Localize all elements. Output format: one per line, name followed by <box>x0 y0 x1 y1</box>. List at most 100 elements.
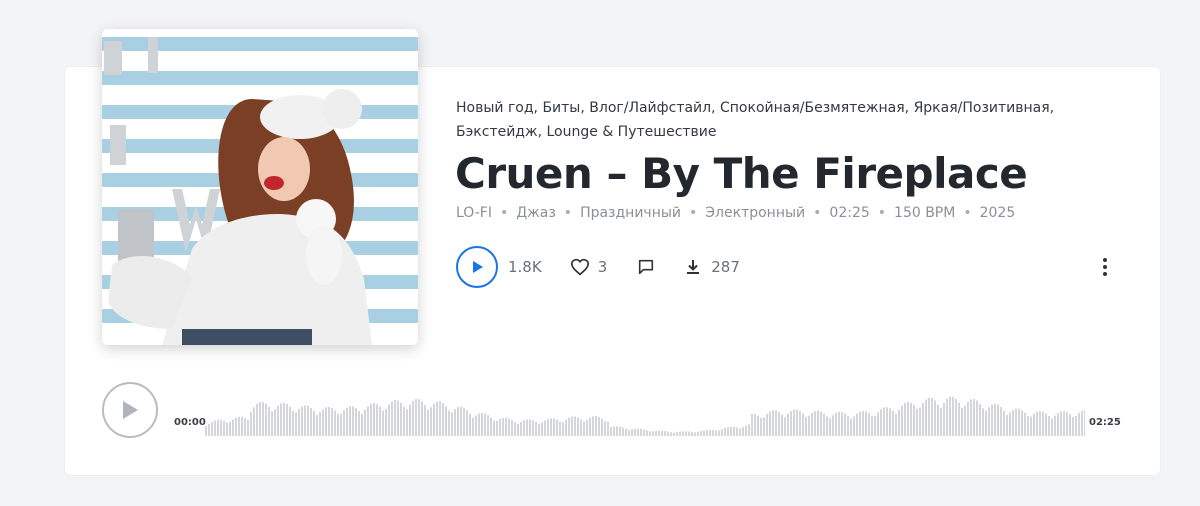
track-year: 2025 <box>979 205 1016 221</box>
waveform-bar <box>499 418 501 436</box>
waveform-bar <box>682 431 684 436</box>
tags-list[interactable]: Новый год, Биты, Влог/Лайфстайл, Спокойн… <box>456 96 1096 144</box>
waveform-bar <box>451 412 453 436</box>
waveform-bar <box>847 415 849 436</box>
genre-holiday[interactable]: Праздничный <box>580 205 681 221</box>
waveform-bar <box>319 412 321 436</box>
waveform-bar <box>328 406 330 436</box>
comment-icon <box>639 259 654 275</box>
waveform-bar <box>835 413 837 436</box>
action-bar: 1.8K 3 287 <box>456 244 740 290</box>
waveform-bar <box>637 428 639 436</box>
waveform-bar <box>769 411 771 436</box>
waveform-bar <box>271 411 273 436</box>
waveform-bar <box>526 419 528 436</box>
waveform-bar <box>730 426 732 436</box>
like-button[interactable]: 3 <box>570 258 607 276</box>
waveform-bar <box>925 399 927 436</box>
separator-dot: • <box>689 205 698 221</box>
waveform-bar <box>514 422 516 436</box>
time-total: 02:25 <box>1089 417 1121 428</box>
waveform-bar <box>859 411 861 436</box>
waveform-bar <box>676 432 678 436</box>
genre-lofi[interactable]: LO-FI <box>456 205 492 221</box>
waveform-bar <box>943 402 945 436</box>
waveform-bar <box>949 396 951 436</box>
waveform-bar <box>724 428 726 436</box>
comment-button[interactable] <box>637 258 655 276</box>
waveform-bar <box>940 407 942 436</box>
waveform-bar <box>421 401 423 436</box>
waveform-bar <box>1051 418 1053 436</box>
waveform-bar <box>208 423 210 436</box>
waveform-bar <box>472 417 474 436</box>
waveform-bar <box>979 403 981 436</box>
waveform-bar <box>466 410 468 436</box>
waveform-bar <box>289 406 291 436</box>
waveform-bar <box>358 410 360 436</box>
waveform-bar <box>691 431 693 436</box>
waveform-bar <box>562 422 564 436</box>
waveform-bar <box>1021 410 1023 436</box>
download-count: 287 <box>711 258 740 276</box>
download-button[interactable]: 287 <box>685 258 740 276</box>
waveform-bar <box>1036 412 1038 436</box>
waveform-bar <box>793 409 795 436</box>
waveform-bar <box>259 402 261 436</box>
waveform-bar <box>277 405 279 436</box>
waveform-bar <box>1078 412 1080 436</box>
waveform-bar <box>523 420 525 436</box>
waveform-bar <box>790 411 792 436</box>
waveform-bar <box>670 432 672 436</box>
waveform[interactable] <box>205 396 1085 436</box>
waveform-bar <box>598 417 600 436</box>
waveform-bar <box>1030 416 1032 436</box>
waveform-bar <box>616 426 618 436</box>
waveform-bar <box>871 415 873 436</box>
separator-dot: • <box>813 205 822 221</box>
waveform-bar <box>385 408 387 436</box>
waveform-bar <box>214 420 216 436</box>
track-title[interactable]: Cruen – By The Fireplace <box>455 146 1028 202</box>
play-button[interactable] <box>456 246 498 288</box>
waveform-bar <box>814 411 816 436</box>
waveform-play-button[interactable] <box>102 382 158 438</box>
more-options-button[interactable] <box>1096 256 1114 278</box>
waveform-bar <box>772 410 774 436</box>
genre-electronic[interactable]: Электронный <box>705 205 805 221</box>
waveform-bar <box>265 403 267 436</box>
waveform-bar <box>928 397 930 436</box>
waveform-bar <box>622 427 624 436</box>
waveform-bar <box>646 430 648 436</box>
track-bpm: 150 BPM <box>894 205 956 221</box>
waveform-bar <box>787 413 789 436</box>
cover-image <box>102 29 418 345</box>
play-icon <box>473 261 483 273</box>
genre-jazz[interactable]: Джаз <box>516 205 556 221</box>
waveform-bar <box>655 430 657 436</box>
waveform-bar <box>952 396 954 436</box>
waveform-bar <box>916 408 918 436</box>
waveform-bar <box>301 406 303 436</box>
waveform-bar <box>823 413 825 436</box>
waveform-bar <box>736 427 738 436</box>
waveform-bar <box>205 426 207 436</box>
waveform-bar <box>388 404 390 436</box>
waveform-bar <box>532 420 534 436</box>
waveform-bar <box>379 406 381 436</box>
waveform-bar <box>349 406 351 436</box>
waveform-bar <box>712 430 714 436</box>
waveform-bar <box>1003 410 1005 436</box>
waveform-bar <box>832 415 834 436</box>
album-cover[interactable] <box>102 29 418 345</box>
waveform-bar <box>880 409 882 436</box>
waveform-bar <box>640 428 642 436</box>
waveform-bar <box>850 418 852 436</box>
waveform-bar <box>511 420 513 436</box>
waveform-bar <box>556 419 558 436</box>
waveform-bar <box>589 417 591 436</box>
waveform-bar <box>1009 412 1011 436</box>
waveform-bar <box>346 407 348 436</box>
waveform-bar <box>619 426 621 436</box>
waveform-bar <box>727 427 729 436</box>
